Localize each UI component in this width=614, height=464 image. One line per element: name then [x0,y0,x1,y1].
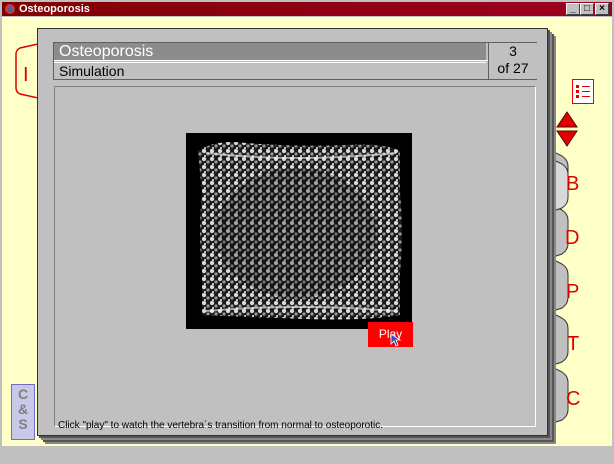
title-bar: Osteoporosis _ □ × [2,2,612,16]
tab-cs-line: S [18,416,28,432]
window-title: Osteoporosis [19,3,90,15]
vertebra-image [186,133,412,329]
close-button[interactable]: × [595,3,609,15]
page-current: 3 [509,43,517,59]
tab-d-label[interactable]: D [565,227,579,250]
tab-cs[interactable]: C & S [11,384,35,440]
page-counter: 3 of 27 [488,43,537,79]
minimize-button[interactable]: _ [566,3,580,15]
page-nav-arrows[interactable] [555,110,579,150]
mouse-cursor-icon [390,333,402,347]
maximize-button[interactable]: □ [580,3,594,15]
tab-p-label[interactable]: P [566,281,579,304]
page-title: Osteoporosis [54,43,486,60]
tab-t-label[interactable]: T [567,333,579,356]
status-strip [2,446,612,462]
tab-c-label[interactable]: C [566,388,580,411]
vertebra-graphic [198,142,402,320]
arrow-up-icon [556,111,578,128]
tab-cs-line: & [17,401,29,417]
list-icon [576,85,590,98]
page-subtitle: Simulation [54,62,486,79]
app-window: Osteoporosis _ □ × I Osteoporosis Simula… [0,0,614,464]
app-icon [5,4,15,14]
arrow-down-icon [556,130,578,147]
tab-b-label[interactable]: B [566,173,579,196]
page-total: of 27 [497,60,529,76]
tab-cs-line: C [17,386,29,402]
menu-button[interactable] [572,79,594,104]
instruction-caption: Click "play" to watch the vertebra´s tra… [58,420,384,431]
page-panel: Osteoporosis Simulation 3 of 27 Play Cli… [37,28,548,436]
tab-introduction-label: I [23,64,29,86]
header-divider [54,60,536,61]
